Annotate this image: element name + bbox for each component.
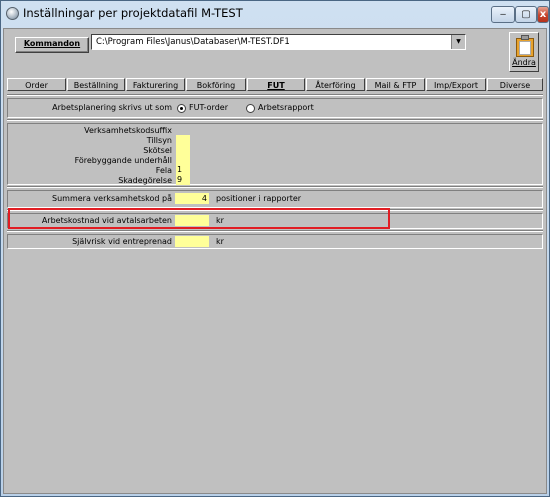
deductible-panel: Självrisk vid entreprenad kr <box>7 234 543 249</box>
close-button[interactable]: x <box>537 6 549 23</box>
project-file-combo[interactable]: C:\Program Files\Janus\Databaser\M-TEST.… <box>91 34 466 50</box>
suffix-label-fela: Fela <box>155 166 172 175</box>
suffix-label-tillsyn: Tillsyn <box>146 136 172 145</box>
summary-panel: Summera verksamhetskod på 4 positioner i… <box>7 190 543 208</box>
separator <box>7 186 543 188</box>
radio-fut-order-label: FUT-order <box>189 103 228 112</box>
tab-imp-export[interactable]: Imp/Export <box>426 78 486 91</box>
app-icon <box>6 7 19 20</box>
tab-bar: Order Beställning Fakturering Bokföring … <box>7 77 543 93</box>
separator <box>7 230 543 232</box>
radio-fut-order[interactable] <box>177 104 186 113</box>
suffix-input-skadegorelse[interactable]: 9 <box>177 174 189 184</box>
tab-fakturering[interactable]: Fakturering <box>126 78 185 91</box>
deductible-label: Självrisk vid entreprenad <box>72 237 172 246</box>
planning-label: Arbetsplanering skrivs ut som <box>52 103 172 112</box>
tab-fut[interactable]: FUT <box>247 78 305 91</box>
maximize-button[interactable]: ▢ <box>515 6 537 23</box>
tab-aterforing[interactable]: Återföring <box>306 78 365 91</box>
tab-bestallning[interactable]: Beställning <box>67 78 125 91</box>
separator <box>7 119 543 121</box>
clipboard-icon <box>515 35 535 57</box>
deductible-unit: kr <box>216 237 224 246</box>
suffix-label-skotsel: Skötsel <box>143 146 172 155</box>
planning-panel: Arbetsplanering skrivs ut som FUT-order … <box>7 98 543 118</box>
suffix-heading: Verksamhetskodsuffix <box>84 126 172 135</box>
tab-order[interactable]: Order <box>7 78 66 91</box>
separator <box>7 94 543 96</box>
project-file-path: C:\Program Files\Janus\Databaser\M-TEST.… <box>96 37 290 47</box>
suffix-input-tillsyn[interactable] <box>177 135 189 145</box>
edit-button-label: Ändra <box>512 58 536 67</box>
summary-input[interactable]: 4 <box>175 193 209 204</box>
commands-button[interactable]: Kommandon <box>15 37 89 53</box>
suffix-input-skotsel[interactable] <box>177 145 189 155</box>
suffix-label-forebyggande: Förebyggande underhåll <box>74 156 172 165</box>
radio-arbetsrapport-label: Arbetsrapport <box>258 103 314 112</box>
client-area: Kommandon C:\Program Files\Janus\Databas… <box>3 28 547 494</box>
tab-mail-ftp[interactable]: Mail & FTP <box>366 78 425 91</box>
window-title: Inställningar per projektdatafil M-TEST <box>23 6 243 20</box>
suffix-input-fela[interactable]: 1 <box>177 164 189 174</box>
dropdown-arrow-icon[interactable]: ▼ <box>451 35 465 49</box>
highlight-frame <box>8 208 390 229</box>
tab-bokforing[interactable]: Bokföring <box>186 78 246 91</box>
title-bar[interactable]: Inställningar per projektdatafil M-TEST … <box>1 1 549 28</box>
suffix-label-skadegorelse: Skadegörelse <box>118 176 172 185</box>
tab-diverse[interactable]: Diverse <box>487 78 543 91</box>
minimize-button[interactable]: ‒ <box>491 6 515 23</box>
settings-window: Inställningar per projektdatafil M-TEST … <box>0 0 550 497</box>
deductible-input[interactable] <box>175 236 209 247</box>
suffix-panel: Verksamhetskodsuffix Tillsyn Skötsel För… <box>7 123 543 185</box>
summary-label: Summera verksamhetskod på <box>52 194 172 203</box>
radio-arbetsrapport[interactable] <box>246 104 255 113</box>
edit-button[interactable]: Ändra <box>509 32 539 72</box>
summary-unit: positioner i rapporter <box>216 194 302 203</box>
